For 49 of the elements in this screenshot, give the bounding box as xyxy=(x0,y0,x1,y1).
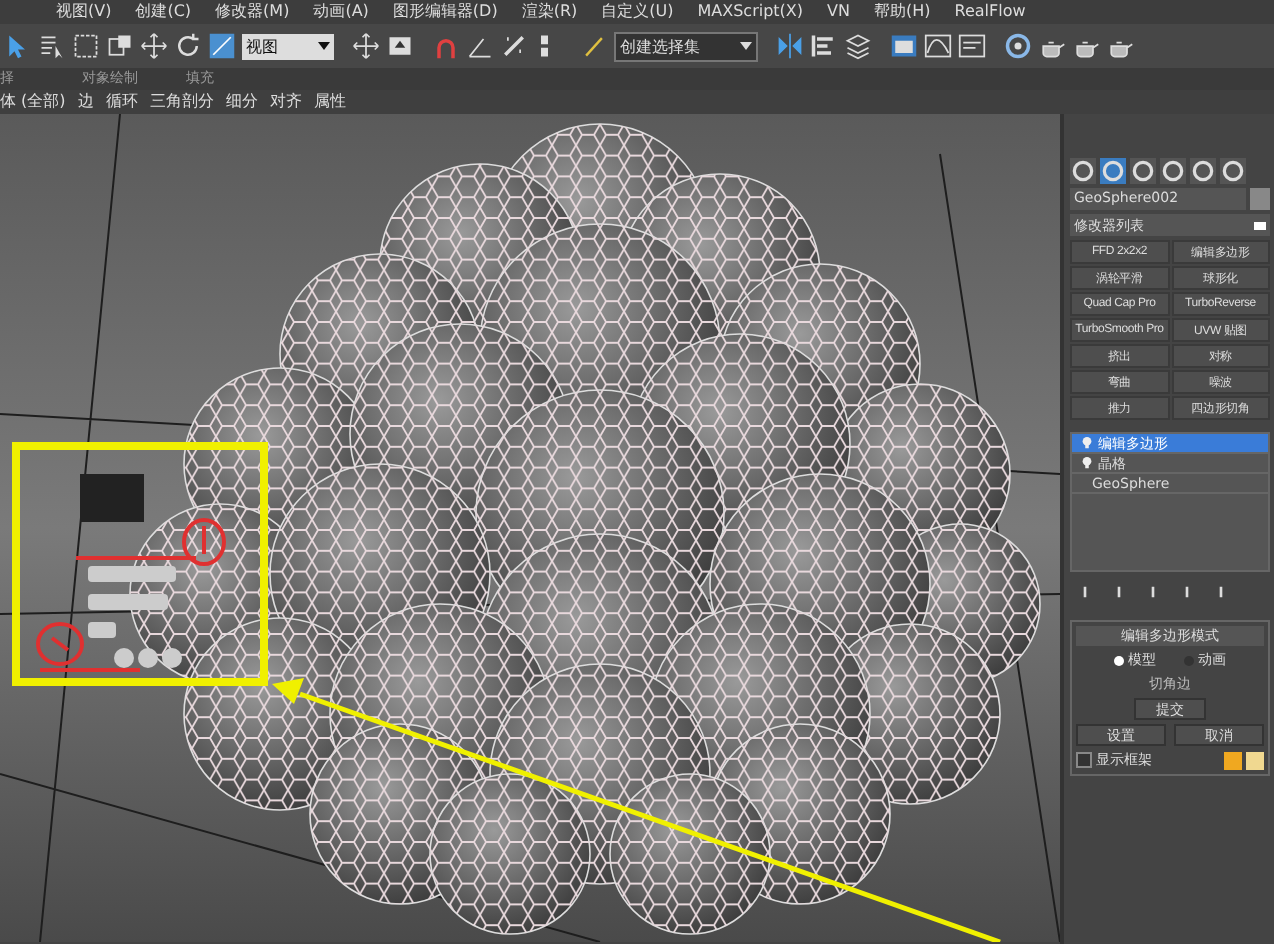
menu-item[interactable]: 修改器(M) xyxy=(215,0,290,24)
menu-item[interactable]: 渲染(R) xyxy=(521,0,578,24)
lightbulb-icon[interactable] xyxy=(1080,456,1094,470)
selection-set-dropdown[interactable]: 创建选择集 xyxy=(614,31,758,61)
ribbon-tool[interactable]: 三角剖分 xyxy=(149,90,214,114)
panel-tab-icon[interactable] xyxy=(1190,158,1216,184)
panel-tab-icon[interactable] xyxy=(1160,158,1186,184)
menu-item[interactable]: 视图(V) xyxy=(56,0,112,24)
list-icon[interactable] xyxy=(38,32,66,60)
menu-item[interactable]: 图形编辑器(D) xyxy=(392,0,498,24)
menu-item[interactable]: 帮助(H) xyxy=(874,0,931,24)
rect-icon[interactable] xyxy=(72,32,100,60)
panel-tab-icon[interactable] xyxy=(1070,158,1096,184)
align-icon[interactable] xyxy=(810,32,838,60)
scale-icon[interactable] xyxy=(208,32,236,60)
cage-color-swatch[interactable] xyxy=(1246,751,1264,769)
object-color-swatch[interactable] xyxy=(1250,188,1270,210)
panel-tab-icon[interactable] xyxy=(1130,158,1156,184)
ribbon-tool[interactable]: 边 xyxy=(77,90,94,114)
stack-tool-icon[interactable] xyxy=(1078,584,1092,600)
layers-icon[interactable] xyxy=(844,32,872,60)
mirror-icon[interactable] xyxy=(776,32,804,60)
panel-tab-icon[interactable] xyxy=(1220,158,1246,184)
stack-tool-icon[interactable] xyxy=(1214,584,1228,600)
cage-color-swatch[interactable] xyxy=(1224,751,1242,769)
menu-item[interactable]: MAXScript(X) xyxy=(697,0,804,24)
menu-item[interactable]: RealFlow xyxy=(954,0,1026,24)
menu-item[interactable]: VN xyxy=(827,0,850,24)
stack-tool-icon[interactable] xyxy=(1146,584,1160,600)
move-icon[interactable] xyxy=(352,32,380,60)
percent-icon[interactable] xyxy=(500,32,528,60)
rotate-icon[interactable] xyxy=(174,32,202,60)
view-dropdown[interactable]: 视图 xyxy=(242,33,334,59)
stack-tool-icon[interactable] xyxy=(1112,584,1126,600)
panel-tab-icon[interactable] xyxy=(1100,158,1126,184)
menu-item[interactable]: 动画(A) xyxy=(313,0,369,24)
viewport[interactable] xyxy=(0,114,1060,942)
menu-item[interactable]: 自定义(U) xyxy=(601,0,674,24)
ribbon-tool[interactable]: 循环 xyxy=(105,90,138,114)
ribbon-tool[interactable]: 细分 xyxy=(225,90,258,114)
ribbon-tool[interactable]: 对齐 xyxy=(269,90,302,114)
curve-icon[interactable] xyxy=(924,32,952,60)
ribbon-tool[interactable]: 体 (全部) xyxy=(0,90,66,114)
menu-item[interactable]: 创建(C) xyxy=(135,0,192,24)
stack-tool-icon[interactable] xyxy=(1180,584,1194,600)
lightbulb-icon[interactable] xyxy=(1080,436,1094,450)
move-icon[interactable] xyxy=(140,32,168,60)
box-icon[interactable] xyxy=(386,32,414,60)
ribbon-tool[interactable]: 属性 xyxy=(313,90,346,114)
